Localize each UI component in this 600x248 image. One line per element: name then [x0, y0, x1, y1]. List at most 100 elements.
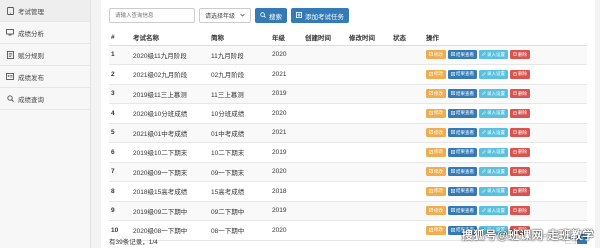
row-index: 3 [109, 84, 131, 104]
delete-label: 删除 [518, 149, 527, 155]
view-results-button[interactable]: 结果查看 [448, 69, 477, 79]
view-results-button[interactable]: 结果查看 [448, 128, 477, 138]
entry-settings-button[interactable]: 录入设置 [479, 89, 508, 99]
delete-label: 删除 [518, 188, 527, 194]
entry-settings-button[interactable]: 录入设置 [479, 206, 508, 216]
edit-button[interactable]: 修改 [426, 108, 446, 118]
list-icon [451, 110, 455, 116]
row-index: 1 [109, 45, 131, 65]
entry-settings-button[interactable]: 录入设置 [479, 50, 508, 60]
sidebar-item-exam-management[interactable]: 考试管理 [0, 0, 90, 22]
table-row: 9 2019级09二下期中 09二下期中 2019 修改 结果查看 录入设置 删除 [109, 201, 587, 221]
entry-settings-button[interactable]: 录入设置 [479, 108, 508, 118]
delete-label: 删除 [518, 110, 527, 116]
table-row: 5 2021级01中考成绩 01中考成绩 2021 修改 结果查看 录入设置 删除 [109, 123, 587, 143]
edit-button[interactable]: 修改 [426, 128, 446, 138]
view-results-label: 结果查看 [456, 149, 474, 155]
delete-label: 删除 [518, 129, 527, 135]
edit-label: 修改 [434, 188, 443, 194]
entry-settings-button[interactable]: 录入设置 [479, 128, 508, 138]
search-input[interactable] [109, 8, 195, 23]
trash-icon [513, 208, 517, 213]
view-results-button[interactable]: 结果查看 [448, 186, 477, 196]
id-card-icon [5, 73, 15, 80]
exam-name-cell: 2019级11三上慕测 [131, 84, 209, 104]
column-header-modified-time: 修改时间 [347, 30, 391, 46]
view-results-label: 结果查看 [456, 90, 474, 96]
modified-time-cell [347, 181, 391, 202]
view-results-button[interactable]: 结果查看 [448, 206, 477, 216]
status-cell [391, 45, 424, 65]
delete-button[interactable]: 删除 [510, 108, 530, 118]
add-exam-task-button[interactable]: 添加考试任务 [291, 8, 349, 23]
pencil-icon [482, 71, 486, 77]
delete-button[interactable]: 删除 [510, 128, 530, 138]
sidebar-item-score-publish[interactable]: 成绩发布 [0, 66, 90, 88]
row-index: 4 [109, 103, 131, 124]
edit-button[interactable]: 修改 [426, 206, 446, 216]
created-time-cell [303, 84, 347, 104]
status-cell [391, 181, 424, 202]
row-index: 8 [109, 181, 131, 202]
edit-button[interactable]: 修改 [426, 69, 446, 79]
entry-settings-button[interactable]: 录入设置 [479, 69, 508, 79]
actions-cell: 修改 结果查看 录入设置 删除 [424, 45, 587, 65]
modified-time-cell [347, 45, 391, 65]
edit-button[interactable]: 修改 [426, 167, 446, 177]
created-time-cell [303, 123, 347, 143]
exam-name-cell: 2021级02九月阶段 [131, 64, 209, 85]
delete-button[interactable]: 删除 [510, 69, 530, 79]
delete-button[interactable]: 删除 [510, 206, 530, 216]
view-results-button[interactable]: 结果查看 [448, 147, 477, 157]
entry-settings-label: 录入设置 [487, 207, 505, 213]
delete-label: 删除 [518, 168, 527, 174]
view-results-button[interactable]: 结果查看 [448, 167, 477, 177]
modified-time-cell [347, 84, 391, 104]
status-cell [391, 64, 424, 85]
search-button-label: 搜索 [269, 13, 282, 21]
modified-time-cell [347, 162, 391, 182]
add-exam-task-label: 添加考试任务 [305, 13, 344, 21]
created-time-cell [303, 103, 347, 124]
edit-label: 修改 [434, 168, 443, 174]
delete-button[interactable]: 删除 [510, 50, 530, 60]
grade-select[interactable]: 请选择年级 [199, 8, 251, 23]
edit-button[interactable]: 修改 [426, 50, 446, 60]
entry-settings-button[interactable]: 录入设置 [479, 167, 508, 177]
status-cell [391, 220, 424, 241]
plus-square-icon [296, 11, 302, 20]
grade-cell: 2019 [270, 142, 303, 163]
pencil-icon [482, 149, 486, 155]
main-content: 请选择年级 搜索 添加考试任务 # 考试名称 简称 年级 创建时间 修改时间 状… [101, 0, 595, 248]
search-icon [5, 95, 15, 102]
view-results-button[interactable]: 结果查看 [448, 108, 477, 118]
sidebar-item-label: 赋分规则 [18, 52, 44, 60]
entry-settings-button[interactable]: 录入设置 [479, 186, 508, 196]
sidebar-item-score-query[interactable]: 成绩查询 [0, 88, 90, 110]
delete-button[interactable]: 删除 [510, 89, 530, 99]
edit-button[interactable]: 修改 [426, 225, 446, 235]
delete-button[interactable]: 删除 [510, 167, 530, 177]
view-results-label: 结果查看 [456, 71, 474, 77]
entry-settings-button[interactable]: 录入设置 [479, 147, 508, 157]
search-button[interactable]: 搜索 [255, 8, 287, 23]
table-row: 1 2020级11九月阶段 11九月阶段 2020 修改 结果查看 录入设置 删除 [109, 45, 587, 65]
edit-icon [429, 110, 433, 116]
delete-button[interactable]: 删除 [510, 186, 530, 196]
toolbar: 请选择年级 搜索 添加考试任务 [109, 8, 349, 23]
list-icon [451, 227, 455, 233]
view-results-button[interactable]: 结果查看 [448, 50, 477, 60]
created-time-cell [303, 64, 347, 85]
edit-icon [429, 188, 433, 194]
sidebar-item-label: 考试管理 [18, 8, 44, 16]
edit-button[interactable]: 修改 [426, 147, 446, 157]
edit-button[interactable]: 修改 [426, 89, 446, 99]
view-results-label: 结果查看 [456, 110, 474, 116]
edit-button[interactable]: 修改 [426, 186, 446, 196]
view-results-button[interactable]: 结果查看 [448, 89, 477, 99]
exam-name-cell: 2020级09一下期末 [131, 162, 209, 182]
sidebar-item-score-analysis[interactable]: 成绩分析 [0, 22, 90, 44]
record-summary: 有39条记录，1/4 [109, 239, 158, 246]
sidebar-item-scoring-rules[interactable]: 赋分规则 [0, 44, 90, 66]
delete-button[interactable]: 删除 [510, 147, 530, 157]
